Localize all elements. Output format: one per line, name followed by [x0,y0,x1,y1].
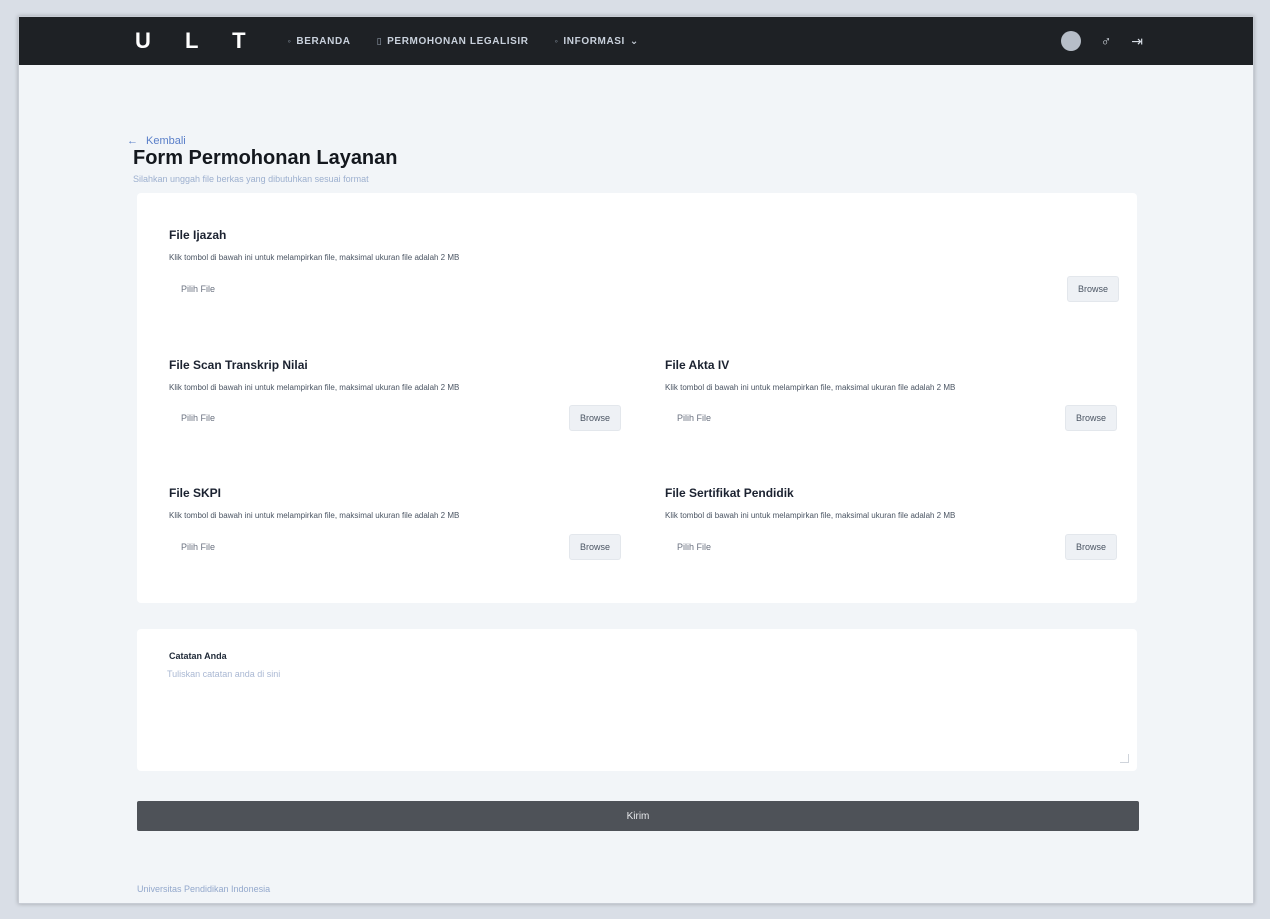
notes-label: Catatan Anda [169,651,227,661]
nav-links: ◦ BERANDA ▯ PERMOHONAN LEGALISIR ◦ INFOR… [288,36,639,47]
nav-link-label: BERANDA [296,35,351,47]
transkrip-placeholder: Pilih File [181,413,216,423]
transkrip-browse-button[interactable]: Browse [568,405,621,431]
ijazah-file-input[interactable]: Pilih File Browse [169,275,1119,303]
skpi-file-input[interactable]: Pilih File Browse [169,533,621,561]
skpi-help: Klik tombol di bawah ini untuk melampirk… [169,511,460,520]
ijazah-title: File Ijazah [169,228,227,242]
arrow-left-icon: ← [127,135,138,147]
transkrip-title: File Scan Transkrip Nilai [169,358,308,372]
transkrip-help: Klik tombol di bawah ini untuk melampirk… [169,383,460,392]
back-link[interactable]: ← Kembali [127,135,186,147]
upload-card: File Ijazah Klik tombol di bawah ini unt… [137,193,1137,603]
page-subtitle: Silahkan unggah file berkas yang dibutuh… [133,174,369,184]
nav-link-informasi[interactable]: ◦ INFORMASI ⌄ [555,36,639,47]
sertifikat-placeholder: Pilih File [677,542,712,552]
logout-icon[interactable]: ⇥ [1131,33,1143,50]
sertifikat-browse-button[interactable]: Browse [1064,534,1117,560]
akta-file-input[interactable]: Pilih File Browse [665,404,1117,432]
avatar[interactable] [1060,31,1081,51]
skpi-placeholder: Pilih File [181,542,216,552]
top-navbar: U L T ◦ BERANDA ▯ PERMOHONAN LEGALISIR ◦… [19,17,1253,65]
sertifikat-title: File Sertifikat Pendidik [665,486,794,500]
notes-textarea[interactable] [165,667,1109,763]
back-label: Kembali [146,135,186,147]
skpi-browse-button[interactable]: Browse [568,534,621,560]
document-icon: ▯ [376,35,383,46]
notes-card: Catatan Anda [137,629,1137,771]
chevron-down-icon: ⌄ [629,35,639,47]
nav-link-label: PERMOHONAN LEGALISIR [387,35,529,47]
akta-title: File Akta IV [665,358,730,372]
nav-link-beranda[interactable]: ◦ BERANDA [288,36,351,47]
ijazah-help: Klik tombol di bawah ini untuk melampirk… [169,253,460,262]
footer-text: Universitas Pendidikan Indonesia [137,884,271,894]
ijazah-browse-button[interactable]: Browse [1066,276,1119,302]
sertifikat-help: Klik tombol di bawah ini untuk melampirk… [665,511,956,520]
app-logo[interactable]: U L T [135,28,260,54]
resize-handle[interactable] [1120,754,1129,763]
app-window: U L T ◦ BERANDA ▯ PERMOHONAN LEGALISIR ◦… [18,16,1254,904]
info-icon: ◦ [554,36,559,46]
nav-right: ♂ ⇥ [1060,17,1143,65]
nav-link-permohonan-legalisir[interactable]: ▯ PERMOHONAN LEGALISIR [377,36,529,47]
akta-help: Klik tombol di bawah ini untuk melampirk… [665,383,956,392]
transkrip-file-input[interactable]: Pilih File Browse [169,404,621,432]
akta-placeholder: Pilih File [677,413,712,423]
notification-icon[interactable]: ♂ [1101,33,1112,49]
submit-button[interactable]: Kirim [137,801,1139,831]
nav-link-label: INFORMASI [563,35,625,47]
akta-browse-button[interactable]: Browse [1064,405,1117,431]
skpi-title: File SKPI [169,486,222,500]
sertifikat-file-input[interactable]: Pilih File Browse [665,533,1117,561]
page-title: Form Permohonan Layanan [133,147,398,169]
home-icon: ◦ [287,36,292,46]
ijazah-placeholder: Pilih File [181,284,216,294]
